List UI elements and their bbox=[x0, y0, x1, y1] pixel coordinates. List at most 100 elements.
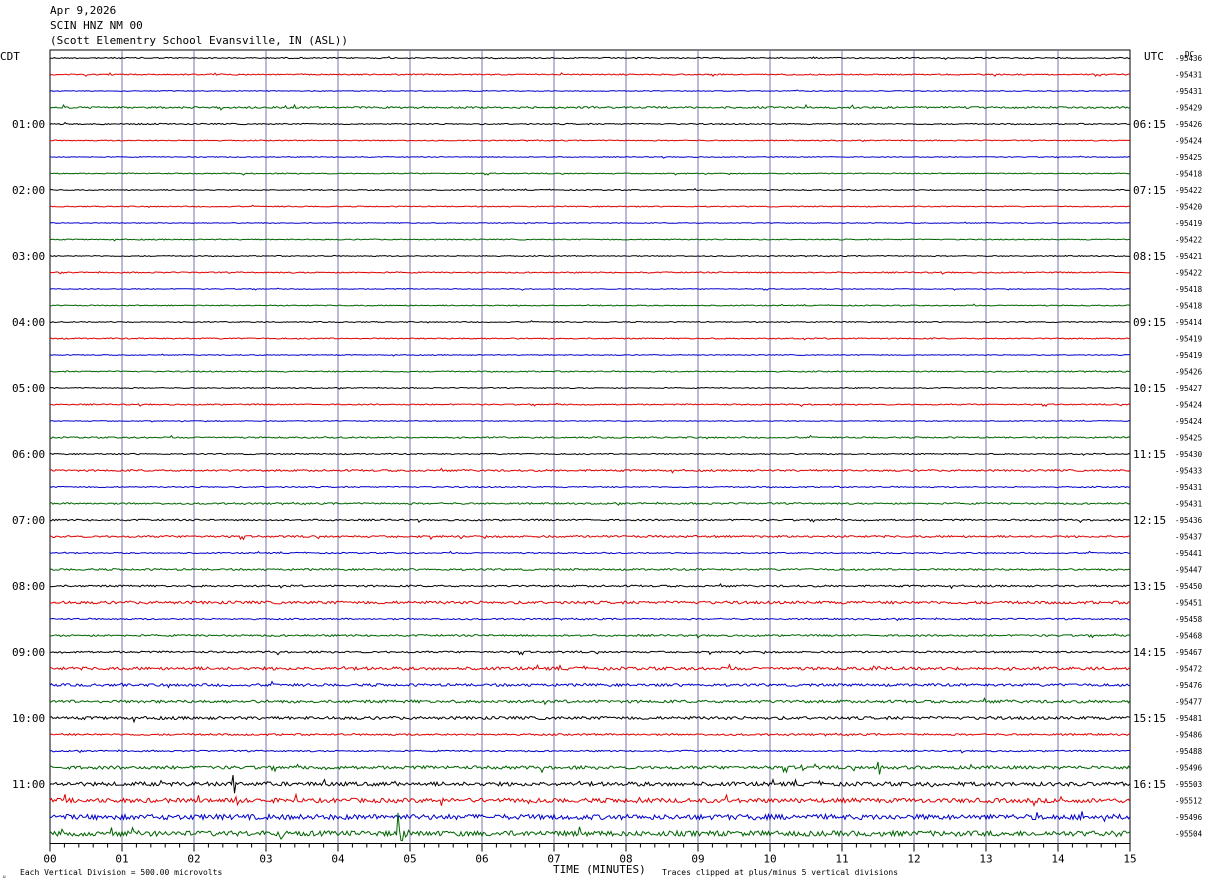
trace-line bbox=[49, 103, 1131, 111]
dc-offset-label: -95419 bbox=[1175, 219, 1202, 228]
cdt-hour-label: 11:00 bbox=[12, 778, 45, 791]
dc-offset-label: -95424 bbox=[1175, 401, 1203, 410]
trace-line bbox=[49, 550, 1131, 555]
trace-line bbox=[49, 761, 1131, 775]
x-tick-label: 06 bbox=[475, 853, 488, 866]
dc-offset-label: -95418 bbox=[1175, 285, 1203, 294]
cdt-hour-label: 04:00 bbox=[12, 316, 45, 329]
dc-offset-label: -95436 bbox=[1175, 516, 1203, 525]
dc-offset-label: -95424 bbox=[1175, 417, 1203, 426]
x-tick-label: 00 bbox=[43, 853, 56, 866]
dc-offset-label: -95486 bbox=[1175, 731, 1203, 740]
dc-offset-label: -95427 bbox=[1175, 384, 1202, 393]
plot-frame bbox=[49, 49, 1131, 844]
dc-offset-label: -95441 bbox=[1175, 549, 1202, 558]
utc-hour-label: 13:15 bbox=[1133, 580, 1166, 593]
dc-offset-label: -95503 bbox=[1175, 780, 1202, 789]
logo-mark: ᵤ bbox=[2, 871, 7, 880]
trace-line bbox=[49, 204, 1131, 209]
x-tick-label: 03 bbox=[259, 853, 272, 866]
trace-line bbox=[49, 303, 1131, 307]
trace-line bbox=[49, 89, 1130, 92]
dc-offset-label: -95419 bbox=[1175, 351, 1202, 360]
x-tick-label: 15 bbox=[1123, 853, 1136, 866]
trace-line bbox=[49, 270, 1131, 275]
trace-line bbox=[50, 56, 1131, 61]
trace-line bbox=[49, 485, 1131, 489]
dc-offset-label: -95431 bbox=[1175, 500, 1202, 509]
dc-offset-label: -95458 bbox=[1175, 615, 1203, 624]
dc-offset-label: -95425 bbox=[1175, 434, 1202, 443]
x-tick-label: 14 bbox=[1051, 853, 1065, 866]
clip-note: Traces clipped at plus/minus 5 vertical … bbox=[662, 868, 898, 877]
dc-offset-label: -95419 bbox=[1175, 335, 1202, 344]
utc-hour-label: 06:15 bbox=[1133, 118, 1166, 131]
dc-offset-label: -95431 bbox=[1175, 87, 1202, 96]
trace-line bbox=[49, 811, 1131, 823]
trace-line bbox=[49, 517, 1131, 524]
trace-line bbox=[49, 732, 1131, 737]
seismic-traces bbox=[49, 56, 1131, 842]
dc-offset-label: -95431 bbox=[1175, 483, 1202, 492]
trace-line bbox=[49, 467, 1131, 474]
dc-offset-label: -95420 bbox=[1175, 203, 1203, 212]
left-timezone-label: CDT bbox=[0, 50, 20, 63]
trace-line bbox=[49, 155, 1131, 159]
trace-line bbox=[49, 452, 1131, 456]
x-tick-label: 05 bbox=[403, 853, 416, 866]
trace-line bbox=[49, 337, 1131, 341]
x-tick-label: 09 bbox=[691, 853, 704, 866]
utc-hour-label: 16:15 bbox=[1133, 778, 1166, 791]
dc-offset-label: -95418 bbox=[1175, 302, 1203, 311]
dc-offset-label: -95496 bbox=[1175, 764, 1203, 773]
trace-line bbox=[49, 600, 1131, 605]
utc-hour-label: 10:15 bbox=[1133, 382, 1166, 395]
cdt-hour-labels: 01:00 02:00 03:00 04:00 05:00 06:00 07:00 08:00… bbox=[12, 118, 45, 791]
trace-line bbox=[49, 582, 1130, 590]
cdt-hour-label: 08:00 bbox=[12, 580, 45, 593]
utc-hour-label: 15:15 bbox=[1133, 712, 1166, 725]
trace-line bbox=[49, 287, 1131, 291]
trace-line bbox=[50, 139, 1131, 143]
trace-line bbox=[49, 188, 1130, 192]
dc-offset-label: -95447 bbox=[1175, 566, 1202, 575]
utc-hour-label: 12:15 bbox=[1133, 514, 1166, 527]
trace-line bbox=[49, 402, 1131, 407]
dc-offset-label: -95496 bbox=[1175, 813, 1203, 822]
svg-text:ᵤ: ᵤ bbox=[2, 871, 7, 880]
dc-offset-label: -95421 bbox=[1175, 252, 1202, 261]
cdt-hour-label: 09:00 bbox=[12, 646, 45, 659]
trace-line bbox=[49, 715, 1131, 724]
dc-offset-label: -95512 bbox=[1175, 797, 1202, 806]
trace-line bbox=[50, 172, 1131, 176]
scale-note: Each Vertical Division = 500.00 microvol… bbox=[20, 868, 222, 877]
dc-offset-label: -95504 bbox=[1175, 830, 1203, 839]
trace-line bbox=[49, 749, 1131, 754]
right-timezone-label: UTC bbox=[1144, 50, 1164, 63]
dc-offset-label: -95429 bbox=[1175, 104, 1202, 113]
utc-hour-label: 11:15 bbox=[1133, 448, 1166, 461]
x-tick-label: 13 bbox=[979, 853, 992, 866]
dc-offset-label: -95425 bbox=[1175, 153, 1202, 162]
x-tick-label: 01 bbox=[115, 853, 128, 866]
trace-line bbox=[49, 775, 1131, 794]
dc-offset-label: -95422 bbox=[1175, 186, 1202, 195]
trace-line bbox=[49, 353, 1131, 357]
cdt-hour-label: 05:00 bbox=[12, 382, 45, 395]
trace-line bbox=[49, 567, 1131, 572]
trace-line bbox=[49, 501, 1131, 506]
cdt-hour-label: 03:00 bbox=[12, 250, 45, 263]
trace-line bbox=[49, 633, 1131, 639]
trace-line bbox=[49, 386, 1131, 390]
trace-line bbox=[49, 697, 1131, 706]
trace-line bbox=[49, 221, 1131, 225]
trace-line bbox=[49, 320, 1130, 324]
dc-offset-label: -95451 bbox=[1175, 599, 1202, 608]
cdt-hour-label: 01:00 bbox=[12, 118, 45, 131]
trace-line bbox=[49, 419, 1131, 423]
x-tick-label: 02 bbox=[187, 853, 200, 866]
x-tick-label: 12 bbox=[907, 853, 920, 866]
x-axis-title: TIME (MINUTES) bbox=[553, 863, 646, 876]
utc-hour-label: 14:15 bbox=[1133, 646, 1166, 659]
dc-offset-label: -95437 bbox=[1175, 533, 1202, 542]
